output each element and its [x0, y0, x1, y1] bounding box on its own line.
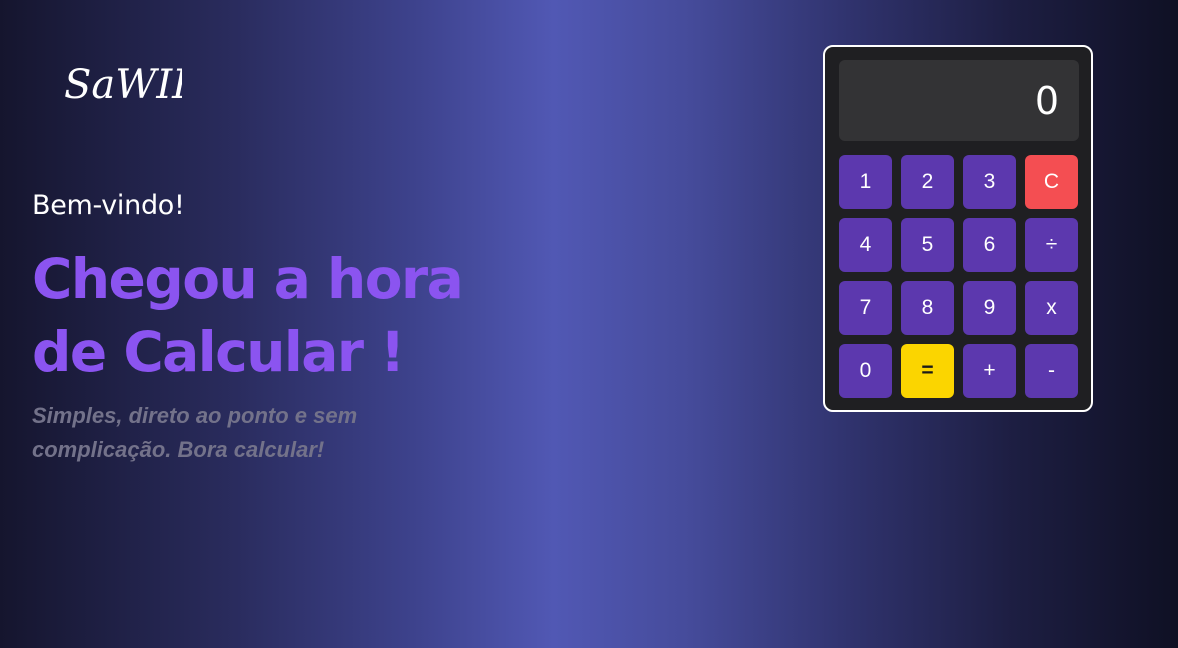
key-8-button[interactable]: 8	[901, 281, 954, 335]
key-4-button[interactable]: 4	[839, 218, 892, 272]
hero-section: Bem-vindo! Chegou a hora de Calcular ! S…	[32, 190, 552, 467]
subtitle-text: Simples, direto ao ponto e sem complicaç…	[32, 403, 358, 462]
multiply-button[interactable]: x	[1025, 281, 1078, 335]
key-3-button[interactable]: 3	[963, 155, 1016, 209]
logo-text: SaWIR	[64, 62, 182, 108]
logo: SaWIR	[62, 52, 182, 118]
divide-button[interactable]: ÷	[1025, 218, 1078, 272]
key-1-button[interactable]: 1	[839, 155, 892, 209]
equals-button[interactable]: =	[901, 344, 954, 398]
page-title: Chegou a hora de Calcular !	[32, 243, 552, 389]
plus-button[interactable]: +	[963, 344, 1016, 398]
calculator-display: 0	[839, 60, 1079, 141]
minus-button[interactable]: -	[1025, 344, 1078, 398]
key-5-button[interactable]: 5	[901, 218, 954, 272]
headline-line-1: Chegou a hora	[32, 247, 464, 311]
welcome-text: Bem-vindo!	[32, 190, 185, 221]
key-7-button[interactable]: 7	[839, 281, 892, 335]
key-2-button[interactable]: 2	[901, 155, 954, 209]
calculator: 0 1 2 3 C 4 5 6 ÷ 7 8 9 x 0 = + -	[823, 45, 1093, 412]
key-6-button[interactable]: 6	[963, 218, 1016, 272]
key-9-button[interactable]: 9	[963, 281, 1016, 335]
key-0-button[interactable]: 0	[839, 344, 892, 398]
headline-line-2: de Calcular !	[32, 320, 405, 384]
calculator-keypad: 1 2 3 C 4 5 6 ÷ 7 8 9 x 0 = + -	[839, 155, 1079, 398]
clear-button[interactable]: C	[1025, 155, 1078, 209]
logo-wordmark: SaWIR	[64, 62, 182, 108]
